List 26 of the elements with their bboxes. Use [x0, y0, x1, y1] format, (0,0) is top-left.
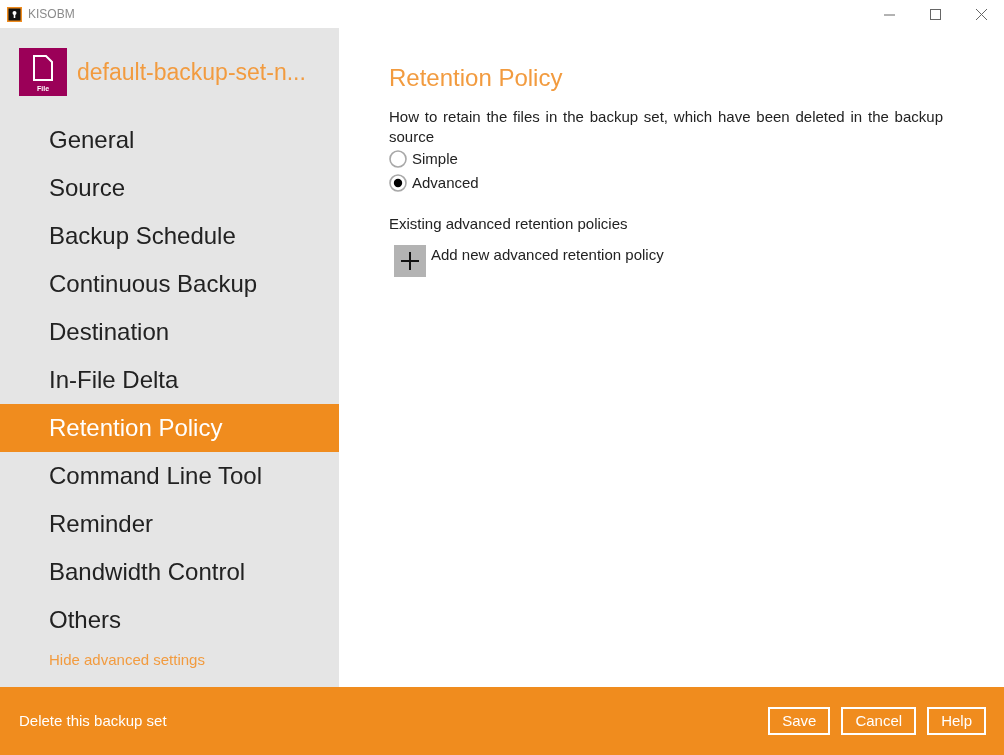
sidebar-item[interactable]: Backup Schedule	[0, 212, 339, 260]
radio-button[interactable]	[389, 174, 407, 192]
plus-icon	[401, 252, 419, 270]
sidebar-item[interactable]: Bandwidth Control	[0, 548, 339, 596]
window-title: KISOBM	[28, 6, 75, 23]
radio-label[interactable]: Simple	[412, 147, 458, 171]
sidebar-item[interactable]: General	[0, 116, 339, 164]
maximize-icon[interactable]	[929, 8, 941, 20]
radio-label[interactable]: Advanced	[412, 171, 479, 195]
radio-button[interactable]	[389, 150, 407, 168]
sidebar-item[interactable]: Continuous Backup	[0, 260, 339, 308]
keyhole-icon	[7, 6, 22, 22]
section-label: Existing advanced retention policies	[389, 214, 628, 234]
close-icon[interactable]	[975, 8, 987, 20]
section-title: Retention Policy	[389, 64, 564, 92]
backup-set-name: default-backup-set-n...	[77, 57, 306, 87]
sidebar-item[interactable]: Others	[0, 596, 339, 644]
sidebar-item[interactable]: Command Line Tool	[0, 452, 339, 500]
description-text: How to retain the files in the backup set, which have been deleted in the backup source	[389, 107, 943, 147]
sidebar-item[interactable]: Destination	[0, 308, 339, 356]
add-policy-label[interactable]: Add new advanced retention policy	[431, 245, 664, 265]
document-icon	[33, 55, 53, 81]
sidebar-item[interactable]: Reminder	[0, 500, 339, 548]
add-button[interactable]	[394, 245, 426, 277]
sidebar-item[interactable]: Source	[0, 164, 339, 212]
sidebar-item[interactable]: In-File Delta	[0, 356, 339, 404]
